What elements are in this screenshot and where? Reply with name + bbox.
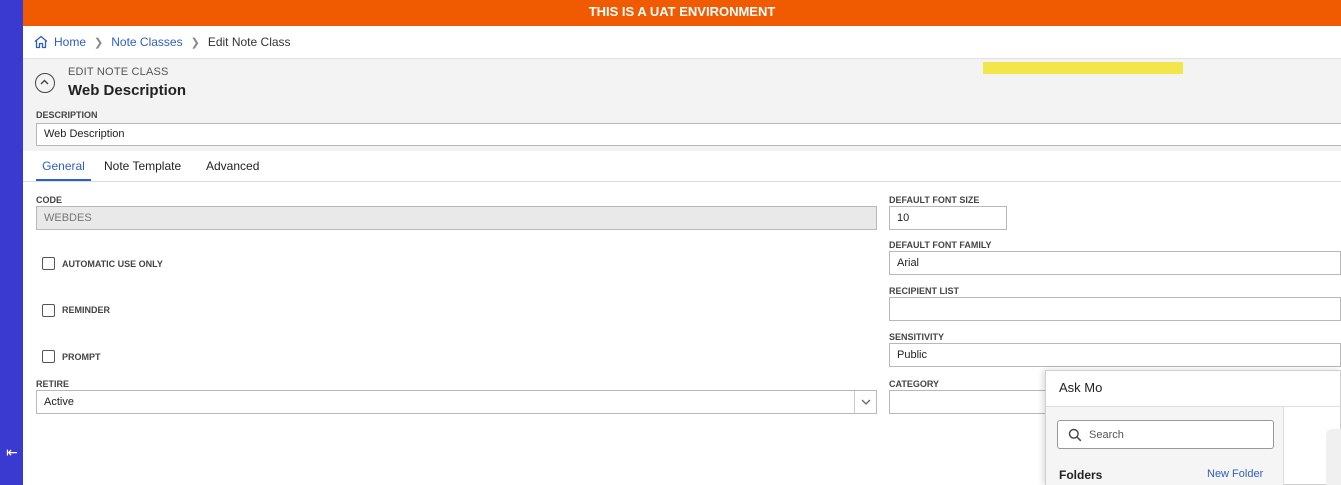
automatic-use-only-checkbox[interactable] [42, 257, 55, 270]
environment-banner: THIS IS A UAT ENVIRONMENT [23, 0, 1341, 26]
default-font-family-select[interactable]: Arial [889, 251, 1341, 275]
ask-mo-content-card [1326, 429, 1341, 485]
chevron-up-circle-icon[interactable] [35, 73, 55, 93]
ask-mo-sidebar: Search Folders New Folder [1046, 407, 1284, 485]
recipient-list-label: RECIPIENT LIST [889, 286, 960, 296]
automatic-use-only-label: AUTOMATIC USE ONLY [62, 259, 163, 269]
retire-select-value: Active [44, 396, 74, 408]
ask-mo-panel: Ask Mo Search Folders New Folder [1045, 370, 1341, 485]
highlight-mark [983, 62, 1183, 74]
default-font-family-label: DEFAULT FONT FAMILY [889, 240, 992, 250]
description-label: DESCRIPTION [36, 110, 98, 120]
chevron-right-icon: ❯ [94, 36, 104, 49]
retire-select[interactable]: Active [36, 390, 877, 414]
breadcrumb-note-classes-link[interactable]: Note Classes [111, 35, 182, 49]
default-font-size-label: DEFAULT FONT SIZE [889, 195, 980, 205]
home-icon[interactable] [33, 34, 49, 50]
page-title: Web Description [68, 82, 187, 99]
chevron-down-icon[interactable] [854, 391, 876, 413]
category-label: CATEGORY [889, 379, 940, 389]
chevron-right-icon: ❯ [190, 36, 200, 49]
search-icon [1068, 428, 1082, 442]
breadcrumb-home-link[interactable]: Home [54, 35, 86, 49]
tab-advanced[interactable]: Advanced [206, 151, 259, 181]
ask-mo-title: Ask Mo [1059, 380, 1103, 395]
sensitivity-select[interactable]: Public [889, 343, 1341, 367]
default-font-size-input[interactable]: 10 [889, 206, 1007, 230]
prompt-label: PROMPT [62, 352, 101, 362]
ask-mo-search-input[interactable]: Search [1057, 420, 1274, 449]
reminder-checkbox[interactable] [42, 304, 55, 317]
retire-label: RETIRE [36, 379, 70, 389]
breadcrumb-current: Edit Note Class [207, 35, 291, 49]
code-label: CODE [36, 195, 63, 205]
tab-general[interactable]: General [36, 151, 91, 181]
header-panel: EDIT NOTE CLASS Web Description DESCRIPT… [23, 58, 1341, 151]
left-sidebar: ⇤ [0, 0, 23, 485]
description-input[interactable]: Web Description [36, 123, 1341, 146]
sidebar-collapse-icon[interactable]: ⇤ [4, 444, 20, 460]
breadcrumb: Home ❯ Note Classes ❯ Edit Note Class [23, 26, 1341, 58]
page-subtitle: EDIT NOTE CLASS [68, 66, 169, 78]
reminder-label: REMINDER [62, 305, 111, 315]
recipient-list-input[interactable] [889, 297, 1341, 321]
folders-heading: Folders [1059, 468, 1103, 482]
tab-bar: General Note Template Advanced [23, 151, 1341, 182]
sensitivity-label: SENSITIVITY [889, 332, 945, 342]
new-folder-link[interactable]: New Folder [1207, 468, 1263, 480]
prompt-checkbox[interactable] [42, 350, 55, 363]
code-field: WEBDES [36, 206, 877, 230]
tab-note-template[interactable]: Note Template [104, 151, 181, 181]
ask-mo-search-placeholder: Search [1089, 429, 1124, 441]
